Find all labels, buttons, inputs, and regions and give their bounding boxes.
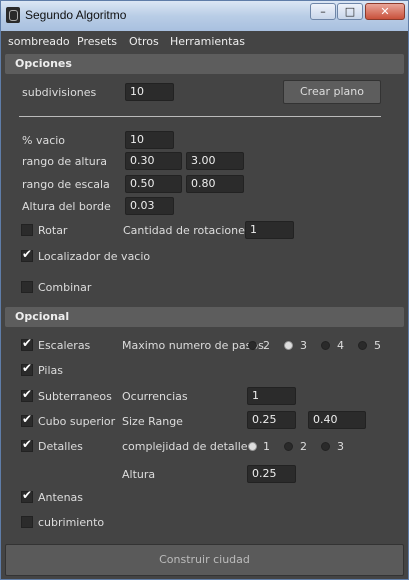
- vacio-label: % vacio: [22, 134, 66, 147]
- antenas-label: Antenas: [38, 491, 84, 504]
- altura-max-field[interactable]: 3.00: [186, 152, 244, 170]
- escala-label: rango de escala: [22, 178, 110, 191]
- subdivisiones-label: subdivisiones: [22, 86, 97, 99]
- cubrimiento-checkbox[interactable]: [21, 516, 33, 528]
- cubo-checkbox[interactable]: [21, 412, 33, 427]
- pasos-radio-5[interactable]: [358, 341, 367, 350]
- combinar-checkbox[interactable]: [21, 281, 33, 293]
- title-bar[interactable]: Segundo Algoritmo – □ ✕: [1, 1, 408, 31]
- localizador-label: Localizador de vacio: [38, 250, 151, 263]
- altura-detalle-label: Altura: [122, 468, 156, 481]
- pasos-option-4: 4: [337, 339, 344, 352]
- menu-presets[interactable]: Presets: [77, 35, 117, 48]
- escala-min-field[interactable]: 0.50: [125, 175, 182, 193]
- crear-plano-button[interactable]: Crear plano: [283, 80, 381, 104]
- pasos-option-3: 3: [300, 339, 307, 352]
- pasos-radio-2[interactable]: [248, 341, 257, 350]
- pasos-option-2: 2: [263, 339, 270, 352]
- pasos-label: Maximo numero de pasos: [122, 339, 264, 352]
- detalles-label: Detalles: [38, 440, 83, 453]
- complejidad-option-3: 3: [337, 440, 344, 453]
- altura-label: rango de altura: [22, 155, 108, 168]
- main-window: Segundo Algoritmo – □ ✕ sombreado Preset…: [0, 0, 409, 580]
- detalles-checkbox[interactable]: [21, 437, 33, 452]
- altura-min-field[interactable]: 0.30: [125, 152, 182, 170]
- window-title: Segundo Algoritmo: [25, 8, 127, 22]
- app-icon: [6, 7, 20, 23]
- complejidad-radio-3[interactable]: [321, 442, 330, 451]
- escaleras-checkbox[interactable]: [21, 336, 33, 351]
- menu-otros[interactable]: Otros: [129, 35, 159, 48]
- complejidad-radio-2[interactable]: [284, 442, 293, 451]
- menu-sombreado[interactable]: sombreado: [8, 35, 70, 48]
- subterraneos-checkbox[interactable]: [21, 387, 33, 402]
- complejidad-label: complejidad de detalle: [122, 440, 248, 453]
- pasos-radio-3[interactable]: [284, 341, 293, 350]
- complejidad-option-2: 2: [300, 440, 307, 453]
- ocurrencias-field[interactable]: 1: [247, 387, 296, 405]
- menu-bar: sombreado Presets Otros Herramientas: [1, 31, 408, 53]
- size-min-field[interactable]: 0.25: [247, 411, 296, 429]
- altura-detalle-field[interactable]: 0.25: [247, 465, 296, 483]
- rotar-checkbox[interactable]: [21, 224, 33, 236]
- separator: [19, 116, 381, 117]
- escaleras-label: Escaleras: [38, 339, 91, 352]
- borde-label: Altura del borde: [22, 200, 111, 213]
- rotaciones-label: Cantidad de rotaciones: [123, 224, 251, 237]
- pilas-checkbox[interactable]: [21, 361, 33, 376]
- minimize-icon[interactable]: –: [310, 3, 336, 20]
- construir-ciudad-button[interactable]: Construir ciudad: [5, 544, 404, 576]
- maximize-icon[interactable]: □: [337, 3, 363, 20]
- escala-max-field[interactable]: 0.80: [186, 175, 244, 193]
- opciones-header-label: Opciones: [15, 57, 72, 70]
- borde-field[interactable]: 0.03: [125, 197, 174, 215]
- vacio-field[interactable]: 10: [125, 131, 174, 149]
- subdivisiones-field[interactable]: 10: [125, 83, 174, 101]
- rotaciones-field[interactable]: 1: [245, 221, 294, 239]
- opcional-header[interactable]: Opcional: [5, 307, 404, 327]
- antenas-checkbox[interactable]: [21, 488, 33, 503]
- complejidad-radio-1[interactable]: [248, 442, 257, 451]
- subterraneos-label: Subterraneos: [38, 390, 112, 403]
- pasos-radio-4[interactable]: [321, 341, 330, 350]
- pasos-option-5: 5: [374, 339, 381, 352]
- ocurrencias-label: Ocurrencias: [122, 390, 188, 403]
- complejidad-option-1: 1: [263, 440, 270, 453]
- combinar-label: Combinar: [38, 281, 92, 294]
- localizador-checkbox[interactable]: [21, 247, 33, 262]
- size-max-field[interactable]: 0.40: [308, 411, 366, 429]
- rotar-label: Rotar: [38, 224, 68, 237]
- opcional-header-label: Opcional: [15, 310, 70, 323]
- menu-herramientas[interactable]: Herramientas: [170, 35, 245, 48]
- pilas-label: Pilas: [38, 364, 63, 377]
- cubo-label: Cubo superior: [38, 415, 116, 428]
- size-range-label: Size Range: [122, 415, 183, 428]
- opciones-header[interactable]: Opciones: [5, 54, 404, 74]
- close-icon[interactable]: ✕: [365, 3, 405, 20]
- cubrimiento-label: cubrimiento: [38, 516, 105, 529]
